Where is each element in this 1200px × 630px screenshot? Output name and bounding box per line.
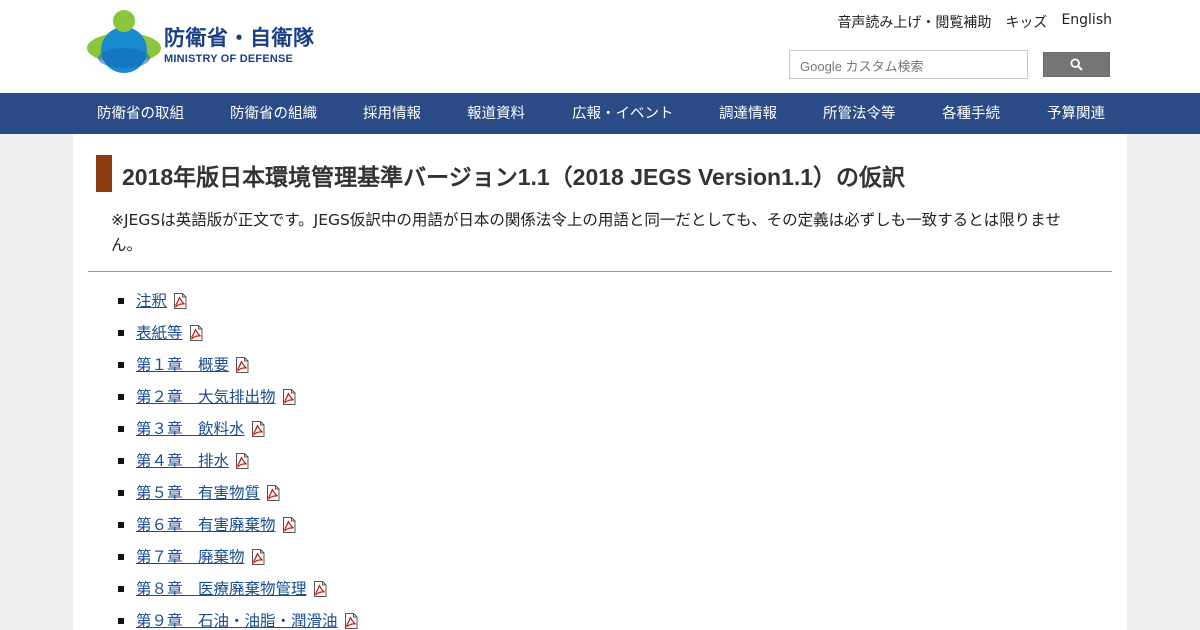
list-item: 注釈 <box>111 289 359 321</box>
bullet <box>118 586 124 592</box>
pdf-icon[interactable] <box>250 549 266 565</box>
list-item: 第４章 排水 <box>111 449 359 481</box>
bullet <box>118 522 124 528</box>
document-link[interactable]: 第５章 有害物質 <box>136 484 260 502</box>
list-item: 第１章 概要 <box>111 353 359 385</box>
nav-item-organization[interactable]: 防衛省の組織 <box>230 93 317 134</box>
document-link[interactable]: 第８章 医療廃棄物管理 <box>136 580 307 598</box>
pdf-icon[interactable] <box>265 485 281 501</box>
english-link[interactable]: English <box>1061 12 1112 32</box>
list-item: 第９章 石油・油脂・潤滑油 <box>111 609 359 630</box>
accessibility-link[interactable]: 音声読み上げ・閲覧補助 <box>837 12 991 32</box>
pdf-icon[interactable] <box>281 389 297 405</box>
bullet <box>118 426 124 432</box>
divider <box>88 271 1112 272</box>
bullet <box>118 554 124 560</box>
bullet <box>118 362 124 368</box>
document-link[interactable]: 第４章 排水 <box>136 452 229 470</box>
document-list: 注釈 表紙等 第１章 概要 第２章 大気排出物 第３章 飲料水 第４章 排水 第… <box>111 289 359 630</box>
bullet <box>118 394 124 400</box>
search-input[interactable]: Google カスタム検索 <box>789 50 1028 79</box>
title-accent-bar <box>96 155 112 192</box>
list-item: 第３章 飲料水 <box>111 417 359 449</box>
bullet <box>118 490 124 496</box>
list-item: 表紙等 <box>111 321 359 353</box>
document-link[interactable]: 表紙等 <box>136 324 183 342</box>
bullet <box>118 330 124 336</box>
nav-item-initiatives[interactable]: 防衛省の取組 <box>97 93 184 134</box>
list-item: 第８章 医療廃棄物管理 <box>111 577 359 609</box>
nav-item-laws[interactable]: 所管法令等 <box>823 93 896 134</box>
logo-english-text: MINISTRY OF DEFENSE <box>164 53 294 65</box>
page-title: 2018年版日本環境管理基準バージョン1.1（2018 JEGS Version… <box>122 164 906 190</box>
document-link[interactable]: 第６章 有害廃棄物 <box>136 516 276 534</box>
nav-item-procedures[interactable]: 各種手続 <box>942 93 1000 134</box>
document-link[interactable]: 第２章 大気排出物 <box>136 388 276 406</box>
nav-item-budget[interactable]: 予算関連 <box>1047 93 1105 134</box>
list-item: 第５章 有害物質 <box>111 481 359 513</box>
utility-links: 音声読み上げ・閲覧補助 キッズ English <box>837 12 1112 32</box>
document-link[interactable]: 第１章 概要 <box>136 356 229 374</box>
list-item: 第６章 有害廃棄物 <box>111 513 359 545</box>
main-content: 2018年版日本環境管理基準バージョン1.1（2018 JEGS Version… <box>73 134 1127 630</box>
pdf-icon[interactable] <box>234 357 250 373</box>
pdf-icon[interactable] <box>250 421 266 437</box>
document-link[interactable]: 第３章 飲料水 <box>136 420 245 438</box>
bullet <box>118 618 124 624</box>
logo-japanese-text: 防衛省・自衛隊 <box>164 26 315 50</box>
pdf-icon[interactable] <box>281 517 297 533</box>
page-note: ※JEGSは英語版が正文です。JEGS仮訳中の用語が日本の関係法令上の用語と同一… <box>111 211 1061 254</box>
pdf-icon[interactable] <box>172 293 188 309</box>
list-item: 第７章 廃棄物 <box>111 545 359 577</box>
document-link[interactable]: 注釈 <box>136 292 167 310</box>
nav-item-events[interactable]: 広報・イベント <box>572 93 674 134</box>
nav-item-press[interactable]: 報道資料 <box>467 93 525 134</box>
site-logo[interactable]: 防衛省・自衛隊 MINISTRY OF DEFENSE <box>87 9 314 75</box>
pdf-icon[interactable] <box>312 581 328 597</box>
search-icon <box>1070 58 1083 71</box>
search-button[interactable] <box>1043 52 1110 77</box>
logo-emblem-icon <box>87 10 161 73</box>
main-nav: 防衛省の取組 防衛省の組織 採用情報 報道資料 広報・イベント 調達情報 所管法… <box>0 93 1200 134</box>
bullet <box>118 298 124 304</box>
pdf-icon[interactable] <box>234 453 250 469</box>
pdf-icon[interactable] <box>343 613 359 629</box>
pdf-icon[interactable] <box>188 325 204 341</box>
bullet <box>118 458 124 464</box>
kids-link[interactable]: キッズ <box>1005 12 1047 32</box>
document-link[interactable]: 第９章 石油・油脂・潤滑油 <box>136 612 338 630</box>
list-item: 第２章 大気排出物 <box>111 385 359 417</box>
nav-item-recruitment[interactable]: 採用情報 <box>363 93 421 134</box>
nav-item-procurement[interactable]: 調達情報 <box>719 93 777 134</box>
site-header: 防衛省・自衛隊 MINISTRY OF DEFENSE 音声読み上げ・閲覧補助 … <box>0 0 1200 93</box>
document-link[interactable]: 第７章 廃棄物 <box>136 548 245 566</box>
